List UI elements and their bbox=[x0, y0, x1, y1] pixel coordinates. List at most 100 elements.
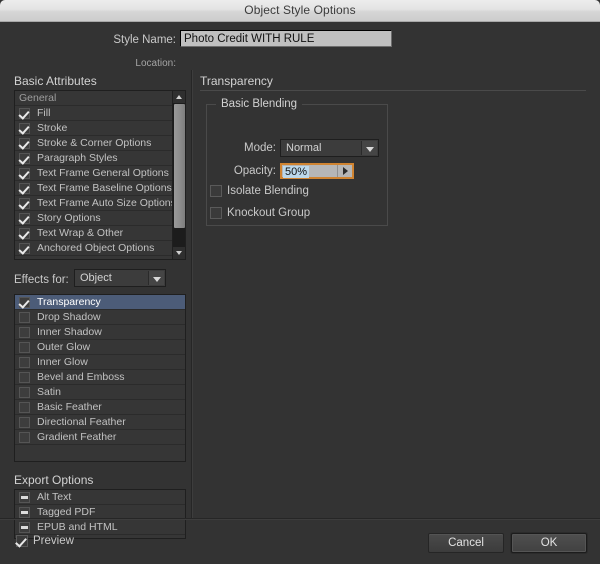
scrollbar-thumb[interactable] bbox=[174, 104, 185, 228]
mixed-checkbox-icon[interactable] bbox=[19, 522, 30, 533]
effects-list[interactable]: Transparency Drop Shadow Inner Shadow Outer… bbox=[14, 294, 186, 462]
export-options-heading: Export Options bbox=[14, 473, 94, 487]
list-item-label: Text Frame Baseline Options bbox=[37, 182, 172, 194]
ok-button[interactable]: OK bbox=[511, 533, 587, 553]
export-options-list[interactable]: Alt Text Tagged PDF EPUB and HTML bbox=[14, 489, 186, 539]
unchecked-checkbox-icon[interactable] bbox=[19, 357, 30, 368]
list-item[interactable]: Outer Glow bbox=[15, 340, 185, 355]
isolate-blending-checkbox[interactable]: Isolate Blending bbox=[210, 185, 309, 198]
opacity-label: Opacity: bbox=[233, 165, 276, 177]
opacity-field[interactable]: 50% bbox=[280, 163, 354, 179]
list-item[interactable]: Stroke bbox=[15, 121, 172, 136]
dialog-title: Object Style Options bbox=[244, 3, 356, 17]
effects-for-label: Effects for: bbox=[14, 274, 69, 286]
list-item[interactable]: Directional Feather bbox=[15, 415, 185, 430]
list-item-label: Anchored Object Options bbox=[37, 242, 155, 254]
mode-label: Mode: bbox=[244, 142, 276, 154]
list-item[interactable]: Text Frame Baseline Options bbox=[15, 181, 172, 196]
list-item[interactable]: Bevel and Emboss bbox=[15, 370, 185, 385]
list-item-label: Stroke bbox=[37, 122, 68, 134]
mixed-checkbox-icon[interactable] bbox=[19, 507, 30, 518]
chevron-down-icon[interactable] bbox=[361, 141, 377, 155]
unchecked-checkbox-icon[interactable] bbox=[19, 402, 30, 413]
unchecked-checkbox-icon[interactable] bbox=[19, 432, 30, 443]
effects-for-dropdown[interactable]: Object bbox=[74, 269, 166, 287]
opacity-value[interactable]: 50% bbox=[283, 166, 310, 178]
unchecked-checkbox-icon[interactable] bbox=[19, 372, 30, 383]
unchecked-checkbox-icon[interactable] bbox=[19, 327, 30, 338]
checked-checkbox-icon[interactable] bbox=[19, 213, 30, 224]
list-item-label: EPUB and HTML bbox=[37, 521, 118, 533]
scroll-up-arrow-icon[interactable] bbox=[173, 91, 185, 103]
knockout-group-checkbox[interactable]: Knockout Group bbox=[210, 207, 310, 220]
checkbox-box bbox=[16, 535, 28, 547]
list-item-label: Outer Glow bbox=[37, 341, 91, 353]
checked-checkbox-icon[interactable] bbox=[19, 228, 30, 239]
list-item[interactable]: Gradient Feather bbox=[15, 430, 185, 445]
list-item[interactable]: Paragraph Styles bbox=[15, 151, 172, 166]
unchecked-checkbox-icon[interactable] bbox=[19, 417, 30, 428]
checked-checkbox-icon[interactable] bbox=[19, 243, 30, 254]
checkbox-box bbox=[210, 185, 222, 197]
list-item[interactable]: Inner Glow bbox=[15, 355, 185, 370]
list-item[interactable]: Stroke & Corner Options bbox=[15, 136, 172, 151]
unchecked-checkbox-icon[interactable] bbox=[19, 342, 30, 353]
list-item[interactable]: Transparency bbox=[15, 295, 185, 310]
footer-divider bbox=[0, 518, 600, 520]
basic-attributes-list[interactable]: General Fill Stroke Stroke & Corner Options… bbox=[14, 90, 186, 260]
checked-checkbox-icon[interactable] bbox=[19, 108, 30, 119]
list-item[interactable]: Alt Text bbox=[15, 490, 185, 505]
preview-checkbox[interactable]: Preview bbox=[16, 535, 74, 548]
list-item-label: Text Frame General Options bbox=[37, 167, 169, 179]
list-item[interactable]: Fill bbox=[15, 106, 172, 121]
list-item-label: Paragraph Styles bbox=[37, 152, 118, 164]
list-item[interactable]: Text Wrap & Other bbox=[15, 226, 172, 241]
list-item[interactable]: Anchored Object Options bbox=[15, 241, 172, 256]
list-item-label: Story Options bbox=[37, 212, 101, 224]
list-item-label: Text Wrap & Other bbox=[37, 227, 124, 239]
transparency-heading: Transparency bbox=[200, 74, 273, 88]
list-item[interactable]: Basic Feather bbox=[15, 400, 185, 415]
style-name-label: Style Name: bbox=[113, 34, 176, 46]
blend-mode-dropdown[interactable]: Normal bbox=[280, 139, 379, 157]
checked-checkbox-icon[interactable] bbox=[19, 123, 30, 134]
opacity-stepper-arrow-icon[interactable] bbox=[337, 165, 352, 177]
checked-checkbox-icon[interactable] bbox=[19, 198, 30, 209]
blend-mode-value: Normal bbox=[286, 142, 322, 154]
list-item[interactable]: Text Frame General Options bbox=[15, 166, 172, 181]
transparency-rule bbox=[200, 90, 586, 91]
list-item[interactable]: Text Frame Auto Size Options bbox=[15, 196, 176, 211]
list-item[interactable]: General bbox=[15, 91, 172, 106]
list-item-label: Text Frame Auto Size Options bbox=[37, 197, 176, 209]
list-item-label: Bevel and Emboss bbox=[37, 371, 125, 383]
style-name-input[interactable] bbox=[180, 30, 392, 47]
list-item[interactable]: Story Options bbox=[15, 211, 172, 226]
list-item[interactable]: Inner Shadow bbox=[15, 325, 185, 340]
checked-checkbox-icon[interactable] bbox=[19, 183, 30, 194]
list-item-label: Fill bbox=[37, 107, 51, 119]
cancel-button[interactable]: Cancel bbox=[428, 533, 504, 553]
mixed-checkbox-icon[interactable] bbox=[19, 492, 30, 503]
list-item[interactable]: Satin bbox=[15, 385, 185, 400]
chevron-down-icon[interactable] bbox=[148, 271, 164, 285]
checked-checkbox-icon[interactable] bbox=[19, 138, 30, 149]
list-item[interactable]: EPUB and HTML bbox=[15, 520, 185, 535]
basic-attributes-scrollbar[interactable] bbox=[172, 91, 185, 259]
checked-checkbox-icon[interactable] bbox=[19, 297, 30, 308]
list-item-label: Directional Feather bbox=[37, 416, 126, 428]
isolate-blending-label: Isolate Blending bbox=[227, 185, 309, 197]
preview-label: Preview bbox=[33, 535, 74, 547]
scroll-down-arrow-icon[interactable] bbox=[173, 247, 185, 259]
list-item[interactable]: Drop Shadow bbox=[15, 310, 185, 325]
effects-for-value: Object bbox=[80, 272, 112, 284]
list-item-label: Basic Feather bbox=[37, 401, 102, 413]
unchecked-checkbox-icon[interactable] bbox=[19, 387, 30, 398]
list-item-label: Gradient Feather bbox=[37, 431, 117, 443]
dialog-titlebar[interactable]: Object Style Options bbox=[0, 0, 600, 22]
unchecked-checkbox-icon[interactable] bbox=[19, 312, 30, 323]
checked-checkbox-icon[interactable] bbox=[19, 168, 30, 179]
list-item-label: Satin bbox=[37, 386, 61, 398]
list-item-label: Stroke & Corner Options bbox=[37, 137, 152, 149]
list-item-label: Drop Shadow bbox=[37, 311, 101, 323]
checked-checkbox-icon[interactable] bbox=[19, 153, 30, 164]
